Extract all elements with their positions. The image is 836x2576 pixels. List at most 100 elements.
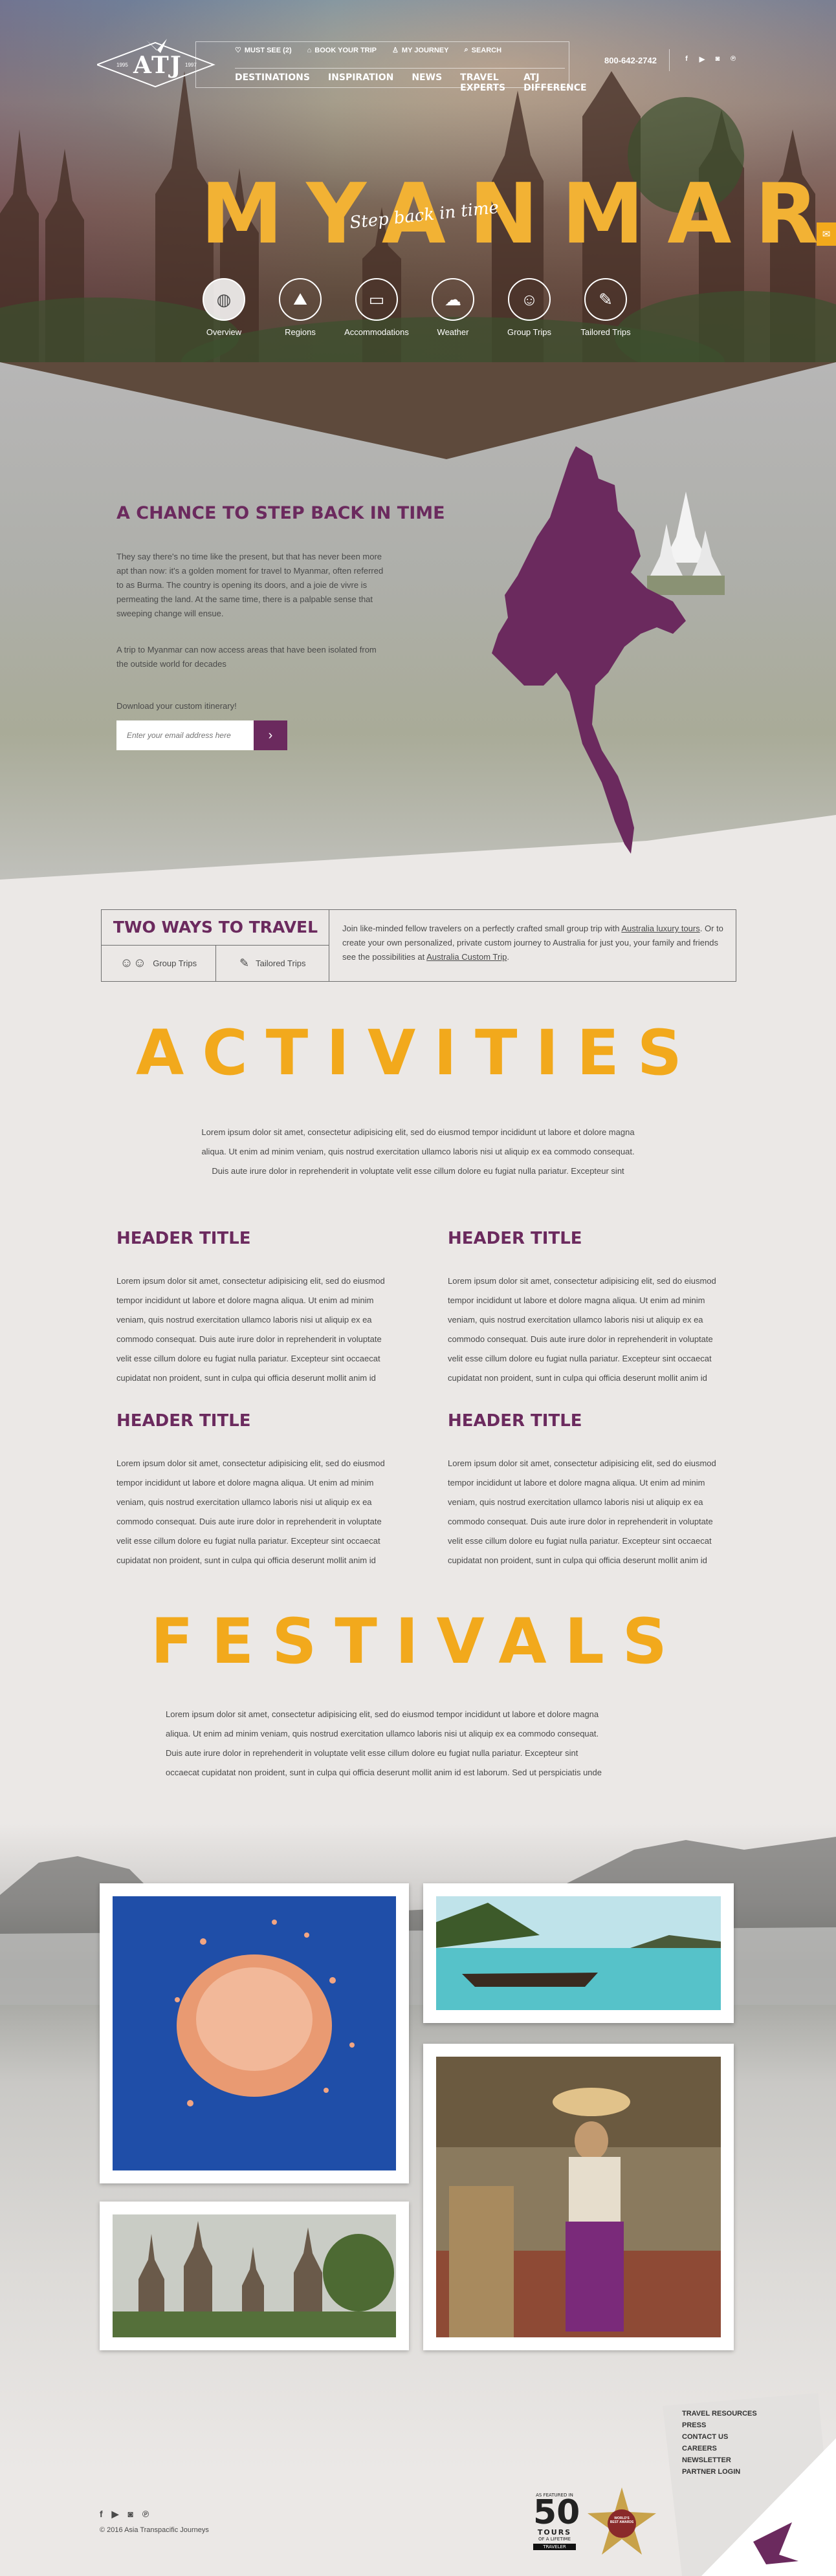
header-social: f ▶ ◙ ℗ <box>682 54 738 63</box>
weather-icon: ☁ <box>432 278 474 321</box>
bed-icon: ▭ <box>355 278 398 321</box>
intro-line: Duis aute irure dolor in reprehenderit i… <box>212 1166 624 1176</box>
activities-title: ACTIVITIES <box>136 1017 700 1089</box>
footer-link-careers[interactable]: CAREERS <box>682 2445 757 2452</box>
tab-accommodations[interactable]: ▭ Accommodations <box>344 278 409 337</box>
tab-label: Group Trips <box>507 327 551 337</box>
tab-weather[interactable]: ☁ Weather <box>431 278 475 337</box>
intro-title: A CHANCE TO STEP BACK IN TIME <box>116 503 445 523</box>
photo-pagodas[interactable] <box>100 2202 409 2350</box>
two-ways-text: . <box>507 952 509 962</box>
intro-paragraph-1: They say there's no time like the presen… <box>116 552 384 618</box>
intro-line: Duis aute irure dolor in reprehenderit i… <box>166 1748 578 1758</box>
tailored-icon: ✎ <box>584 278 627 321</box>
option-label: Group Trips <box>153 958 197 968</box>
tab-label: Regions <box>285 327 316 337</box>
tab-regions[interactable]: ⛰ Regions <box>278 278 322 337</box>
side-feedback-tab[interactable]: ✉ <box>817 222 836 246</box>
tab-label: Weather <box>437 327 469 337</box>
logo-text: ATJ <box>133 52 182 79</box>
logo-year-left: 1995 <box>116 62 128 68</box>
boat-image <box>436 1896 721 2010</box>
option-tailored-trips[interactable]: ✎ Tailored Trips <box>215 946 330 981</box>
intro-line: aliqua. Ut enim ad minim veniam, quis no… <box>166 1729 599 1738</box>
footer-links: TRAVEL RESOURCES PRESS CONTACT US CAREER… <box>682 2410 757 2476</box>
intro-line: occaecat cupidatat non proident, sunt in… <box>166 1768 602 1777</box>
header-divider <box>669 49 670 71</box>
nav-travel-experts[interactable]: TRAVEL EXPERTS <box>460 72 505 93</box>
footer-link-contact-us[interactable]: CONTACT US <box>682 2433 757 2441</box>
youtube-icon[interactable]: ▶ <box>698 54 707 63</box>
pinterest-icon[interactable]: ℗ <box>142 2509 149 2520</box>
activity-text: Lorem ipsum dolor sit amet, consectetur … <box>116 1458 385 1565</box>
tab-tailored-trips[interactable]: ✎ Tailored Trips <box>580 278 631 337</box>
tailored-icon: ✎ <box>239 957 250 969</box>
pagodas-image <box>113 2214 396 2337</box>
globe-icon: ◍ <box>203 278 245 321</box>
tab-overview[interactable]: ◍ Overview <box>202 278 246 337</box>
award-50-tours[interactable]: AS FEATURED IN 50 TOURS OF A LIFETIME TR… <box>533 2493 580 2550</box>
tab-label: Overview <box>206 327 242 337</box>
heart-icon: ♡ <box>235 47 241 54</box>
utility-my-journey[interactable]: ♙ MY JOURNEY <box>392 46 448 55</box>
top-navigation: ♡ MUST SEE (2) ⌂ BOOK YOUR TRIP ♙ MY JOURNE… <box>195 41 587 93</box>
download-label: Download your custom itinerary! <box>116 701 237 711</box>
tab-group-trips[interactable]: ☺ Group Trips <box>507 278 551 337</box>
photo-boat[interactable] <box>423 1883 734 2023</box>
email-input[interactable] <box>116 720 254 750</box>
footer-link-travel-resources[interactable]: TRAVEL RESOURCES <box>682 2410 757 2418</box>
option-group-trips[interactable]: ☺☺ Group Trips <box>102 946 215 981</box>
facebook-icon[interactable]: f <box>682 54 691 63</box>
mountains-icon: ⛰ <box>279 278 322 321</box>
copyright: © 2016 Asia Transpacific Journeys <box>100 2526 209 2534</box>
instagram-icon[interactable]: ◙ <box>713 54 722 63</box>
youtube-icon[interactable]: ▶ <box>112 2509 119 2520</box>
utility-nav: ♡ MUST SEE (2) ⌂ BOOK YOUR TRIP ♙ MY JOURNE… <box>235 46 501 54</box>
utility-must-see[interactable]: ♡ MUST SEE (2) <box>235 46 292 55</box>
facebook-icon[interactable]: f <box>100 2509 103 2520</box>
footer-link-newsletter[interactable]: NEWSLETTER <box>682 2456 757 2464</box>
activity-text: Lorem ipsum dolor sit amet, consectetur … <box>448 1458 716 1565</box>
nav-atj-difference[interactable]: ATJ DIFFERENCE <box>523 72 586 93</box>
award-label: TOURS <box>537 2528 572 2537</box>
activities-intro: Lorem ipsum dolor sit amet, consectetur … <box>175 1123 661 1181</box>
main-nav: DESTINATIONS INSPIRATION NEWS TRAVEL EXP… <box>235 68 587 93</box>
two-ways-left: TWO WAYS TO TRAVEL ☺☺ Group Trips ✎ Tail… <box>102 910 329 981</box>
activity-header: HEADER TITLE <box>116 1411 251 1431</box>
intro-bottom-angle <box>0 815 836 905</box>
two-ways-box: TWO WAYS TO TRAVEL ☺☺ Group Trips ✎ Tail… <box>101 909 736 982</box>
two-ways-options: ☺☺ Group Trips ✎ Tailored Trips <box>102 945 329 981</box>
photo-jellyfish[interactable] <box>100 1883 409 2183</box>
activity-header: HEADER TITLE <box>448 1411 582 1431</box>
nav-destinations[interactable]: DESTINATIONS <box>235 72 310 85</box>
nav-news[interactable]: NEWS <box>412 72 442 85</box>
utility-search[interactable]: ⌕ SEARCH <box>464 46 501 54</box>
tag-icon: ⌂ <box>307 46 312 54</box>
award-brand: TRAVELER <box>533 2543 576 2550</box>
activity-header: HEADER TITLE <box>448 1229 582 1248</box>
myanmar-map-image[interactable] <box>479 440 686 867</box>
pinterest-icon[interactable]: ℗ <box>729 54 738 63</box>
hero-tab-bar: ◍ Overview ⛰ Regions ▭ Accommodations ☁ … <box>202 278 631 337</box>
email-submit-button[interactable]: › <box>254 720 287 750</box>
award-worlds-best[interactable]: WORLD'S BEST AWARDS <box>586 2487 657 2559</box>
group-icon: ☺ <box>508 278 551 321</box>
utility-book-trip[interactable]: ⌂ BOOK YOUR TRIP <box>307 46 377 54</box>
award-number: 50 <box>533 2493 580 2533</box>
two-ways-text: Join like-minded fellow travelers on a p… <box>342 924 622 933</box>
footer-link-partner-login[interactable]: PARTNER LOGIN <box>682 2468 757 2476</box>
nav-inspiration[interactable]: INSPIRATION <box>328 72 393 85</box>
link-australia-luxury-tours[interactable]: Australia luxury tours <box>621 924 699 933</box>
footer-link-press[interactable]: PRESS <box>682 2421 757 2429</box>
award-sub: OF A LIFETIME <box>538 2537 571 2542</box>
phone-number[interactable]: 800-642-2742 <box>604 56 657 65</box>
instagram-icon[interactable]: ◙ <box>127 2509 133 2520</box>
person-icon: ♙ <box>392 47 399 54</box>
activity-text: Lorem ipsum dolor sit amet, consectetur … <box>448 1276 716 1383</box>
tab-label: Tailored Trips <box>580 327 631 337</box>
photo-woman[interactable] <box>423 2044 734 2350</box>
footer-social: f ▶ ◙ ℗ <box>100 2509 149 2520</box>
link-australia-custom-trip[interactable]: Australia Custom Trip <box>426 952 507 962</box>
intro-line: Lorem ipsum dolor sit amet, consectetur … <box>166 1709 599 1719</box>
chevron-right-icon: › <box>268 728 273 742</box>
